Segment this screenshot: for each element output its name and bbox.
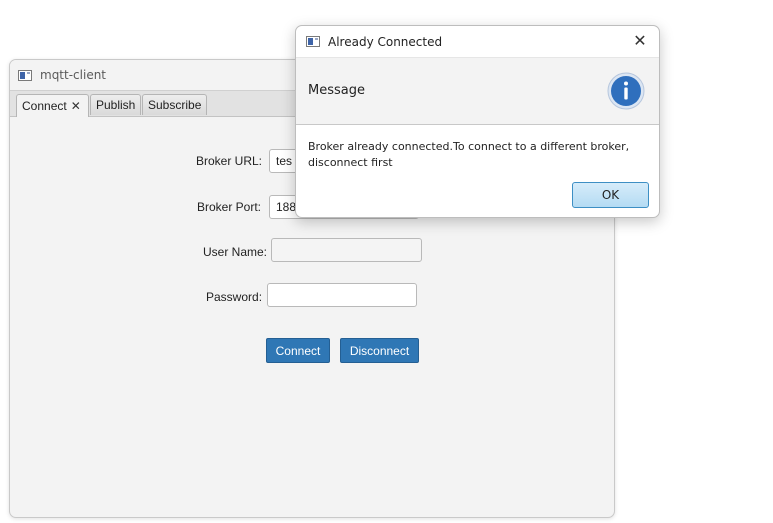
info-icon (607, 72, 645, 110)
tab-close-icon[interactable]: ✕ (71, 99, 81, 113)
broker-port-label: Broker Port: (197, 200, 262, 214)
already-connected-dialog: Already Connected ✕ Message Broker alrea… (295, 25, 660, 218)
disconnect-button[interactable]: Disconnect (340, 338, 419, 363)
dialog-title: Already Connected (328, 34, 443, 49)
ok-button[interactable]: OK (572, 182, 649, 208)
dialog-message: Broker already connected.To connect to a… (308, 140, 630, 169)
broker-url-label: Broker URL: (196, 154, 263, 168)
user-name-label: User Name: (203, 245, 268, 259)
dialog-header: Message (296, 57, 659, 125)
app-window-icon (18, 69, 32, 81)
connect-button[interactable]: Connect (266, 338, 330, 363)
tab-connect[interactable]: Connect ✕ (16, 94, 89, 117)
dialog-header-text: Message (308, 83, 365, 98)
tab-subscribe-label: Subscribe (148, 98, 202, 112)
tab-publish-label: Publish (96, 98, 136, 112)
password-input[interactable] (267, 283, 417, 307)
user-name-input[interactable] (271, 238, 422, 262)
password-label: Password: (206, 290, 263, 304)
tab-subscribe[interactable]: Subscribe (142, 94, 207, 115)
main-window-title: mqtt-client (40, 68, 107, 82)
dialog-close-icon[interactable]: ✕ (629, 31, 651, 51)
tab-connect-label: Connect (22, 99, 67, 113)
tab-publish[interactable]: Publish (90, 94, 141, 115)
dialog-window-icon (306, 36, 320, 47)
dialog-titlebar: Already Connected (296, 26, 659, 57)
